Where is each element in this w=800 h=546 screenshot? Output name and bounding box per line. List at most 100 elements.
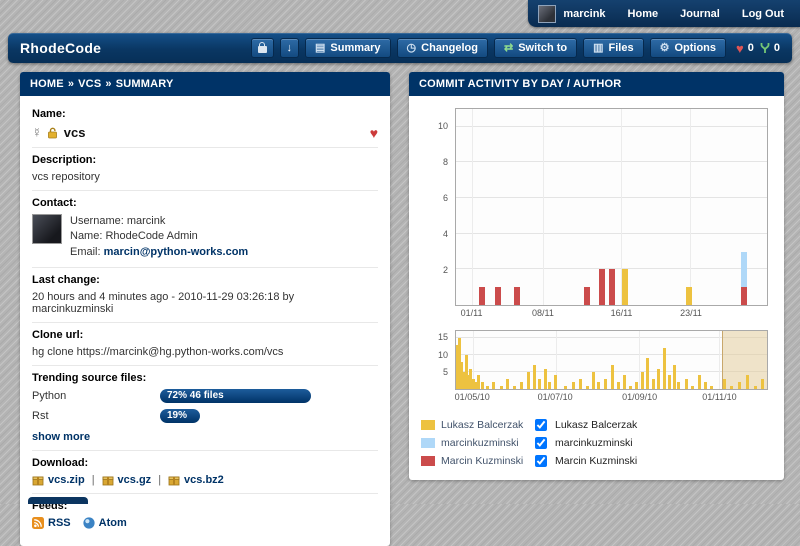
- overview-bar: [617, 382, 620, 389]
- unlock-icon: [47, 127, 59, 139]
- nav-button-label: Changelog: [421, 42, 478, 54]
- changelog-button[interactable]: ◷Changelog: [397, 38, 488, 58]
- overview-bar: [657, 369, 660, 389]
- overview-bar: [520, 382, 523, 389]
- legend-checkbox-marcinkuzminski[interactable]: [535, 437, 547, 449]
- contact-email-link[interactable]: marcin@python-works.com: [104, 246, 249, 258]
- legend-row: Marcin Kuzminski Marcin Kuzminski: [421, 452, 772, 470]
- overview-bar: [597, 382, 600, 389]
- description-value: vcs repository: [32, 171, 378, 183]
- user-avatar[interactable]: [538, 5, 556, 23]
- overview-bar: [698, 375, 701, 389]
- brand-logo[interactable]: RhodeCode: [20, 40, 101, 56]
- options-gear-icon: ⚙: [660, 43, 670, 54]
- breadcrumb: HOME»VCS»SUMMARY: [20, 72, 390, 96]
- commit-bar: [599, 269, 605, 305]
- overview-bar: [564, 386, 567, 389]
- followers-count[interactable]: ♥ 0: [736, 42, 754, 55]
- description-label: Description:: [32, 154, 378, 166]
- gridline-v: [719, 331, 720, 389]
- overview-selection[interactable]: [722, 331, 767, 389]
- overview-bar: [663, 348, 666, 389]
- commit-bar: [741, 252, 747, 288]
- legend-author-label: Marcin Kuzminski: [555, 455, 637, 467]
- overview-bar: [548, 382, 551, 389]
- overview-bar: [635, 382, 638, 389]
- legend-swatch: [421, 420, 435, 430]
- y-tick-label: 10: [438, 121, 448, 131]
- x-tick-label: 16/11: [611, 308, 633, 318]
- user-link-log-out[interactable]: Log Out: [742, 8, 784, 20]
- show-more-link[interactable]: show more: [32, 431, 90, 443]
- options-button[interactable]: ⚙Options: [650, 38, 726, 58]
- nav-button-label: Summary: [330, 42, 380, 54]
- legend-author-label: marcinkuzminski: [555, 437, 633, 449]
- legend-row: marcinkuzminskimarcinkuzminski: [421, 434, 772, 452]
- trending-list: Python72% 46 filesRst19%: [32, 389, 378, 423]
- breadcrumb-item-vcs[interactable]: VCS: [78, 78, 101, 90]
- download-separator: |: [158, 474, 161, 486]
- feed-link-atom[interactable]: Atom: [99, 517, 127, 529]
- contact-name: Name: RhodeCode Admin: [70, 229, 248, 244]
- overview-bar: [704, 382, 707, 389]
- mini-lock-button[interactable]: [251, 38, 274, 58]
- main-nav: RhodeCode ↓▤Summary ◷Changelog ⇄Switch to ▥…: [8, 33, 792, 63]
- breadcrumb-item-home[interactable]: HOME: [30, 78, 64, 90]
- download-link-vcs-gz[interactable]: vcs.gz: [118, 474, 152, 486]
- download-separator: |: [92, 474, 95, 486]
- feed-link-rss[interactable]: RSS: [48, 517, 71, 529]
- overview-bar: [652, 379, 655, 389]
- commit-bar: [584, 287, 590, 305]
- breadcrumb-item-summary[interactable]: SUMMARY: [116, 78, 174, 90]
- last-change-label: Last change:: [32, 274, 378, 286]
- download-link-vcs-zip[interactable]: vcs.zip: [48, 474, 85, 486]
- overview-bar: [754, 386, 757, 389]
- nav-buttons: ↓▤Summary ◷Changelog ⇄Switch to ▥Files ⚙Opti…: [251, 38, 727, 58]
- contact-label: Contact:: [32, 197, 378, 209]
- user-link-home[interactable]: Home: [628, 8, 659, 20]
- commit-bar: [609, 269, 615, 305]
- overview-bar: [527, 372, 530, 389]
- summary-body: Name: ☿ vcs ♥ Description: vcs repositor…: [20, 96, 390, 546]
- overview-bar: [723, 379, 726, 389]
- legend-checkbox-marcin-kuzminski[interactable]: [535, 455, 547, 467]
- follow-heart-icon[interactable]: ♥: [370, 126, 378, 140]
- commit-chart-plot[interactable]: [455, 108, 768, 306]
- overview-bar: [761, 379, 764, 389]
- lock-icon: [258, 46, 267, 53]
- package-icon: [168, 474, 180, 486]
- download-label: Download:: [32, 457, 378, 469]
- last-change-section: Last change: 20 hours and 4 minutes ago …: [32, 268, 378, 323]
- forks-count[interactable]: 0: [760, 42, 780, 54]
- breadcrumb-separator: »: [68, 78, 74, 90]
- clone-url-value: hg clone https://marcink@hg.python-works…: [32, 346, 378, 358]
- overview-bar: [538, 379, 541, 389]
- gridline-h: [456, 126, 767, 127]
- files-button[interactable]: ▥Files: [583, 38, 643, 58]
- overview-bar: [572, 382, 575, 389]
- legend-checkbox-lukasz-balcerzak[interactable]: [535, 419, 547, 431]
- legend-swatch: [421, 438, 435, 448]
- overview-bar: [710, 386, 713, 389]
- overview-bar: [673, 365, 676, 389]
- legend-series-label: Marcin Kuzminski: [441, 455, 529, 467]
- trending-bar-track: 72% 46 files: [160, 389, 370, 403]
- legend-series-label: Lukasz Balcerzak: [441, 419, 529, 431]
- user-link-journal[interactable]: Journal: [680, 8, 720, 20]
- contact-username: Username: marcink: [70, 214, 248, 229]
- summary-button[interactable]: ▤Summary: [305, 38, 391, 58]
- overview-chart-plot[interactable]: [455, 330, 768, 390]
- gridline-v: [690, 109, 691, 305]
- download-link-vcs-bz2[interactable]: vcs.bz2: [184, 474, 224, 486]
- overview-bar: [579, 379, 582, 389]
- overview-bar: [611, 365, 614, 389]
- overview-bar: [513, 386, 516, 389]
- activity-panel: COMMIT ACTIVITY BY DAY / AUTHOR 246810 0…: [409, 72, 784, 480]
- switch-to-button[interactable]: ⇄Switch to: [494, 38, 577, 58]
- y-tick-label: 15: [438, 332, 448, 342]
- contact-section: Contact: Username: marcink Name: RhodeCo…: [32, 191, 378, 268]
- overview-bar: [592, 372, 595, 389]
- legend-swatch: [421, 456, 435, 466]
- username-label[interactable]: marcink: [563, 8, 605, 20]
- mini-download-arrow-button[interactable]: ↓: [280, 38, 300, 58]
